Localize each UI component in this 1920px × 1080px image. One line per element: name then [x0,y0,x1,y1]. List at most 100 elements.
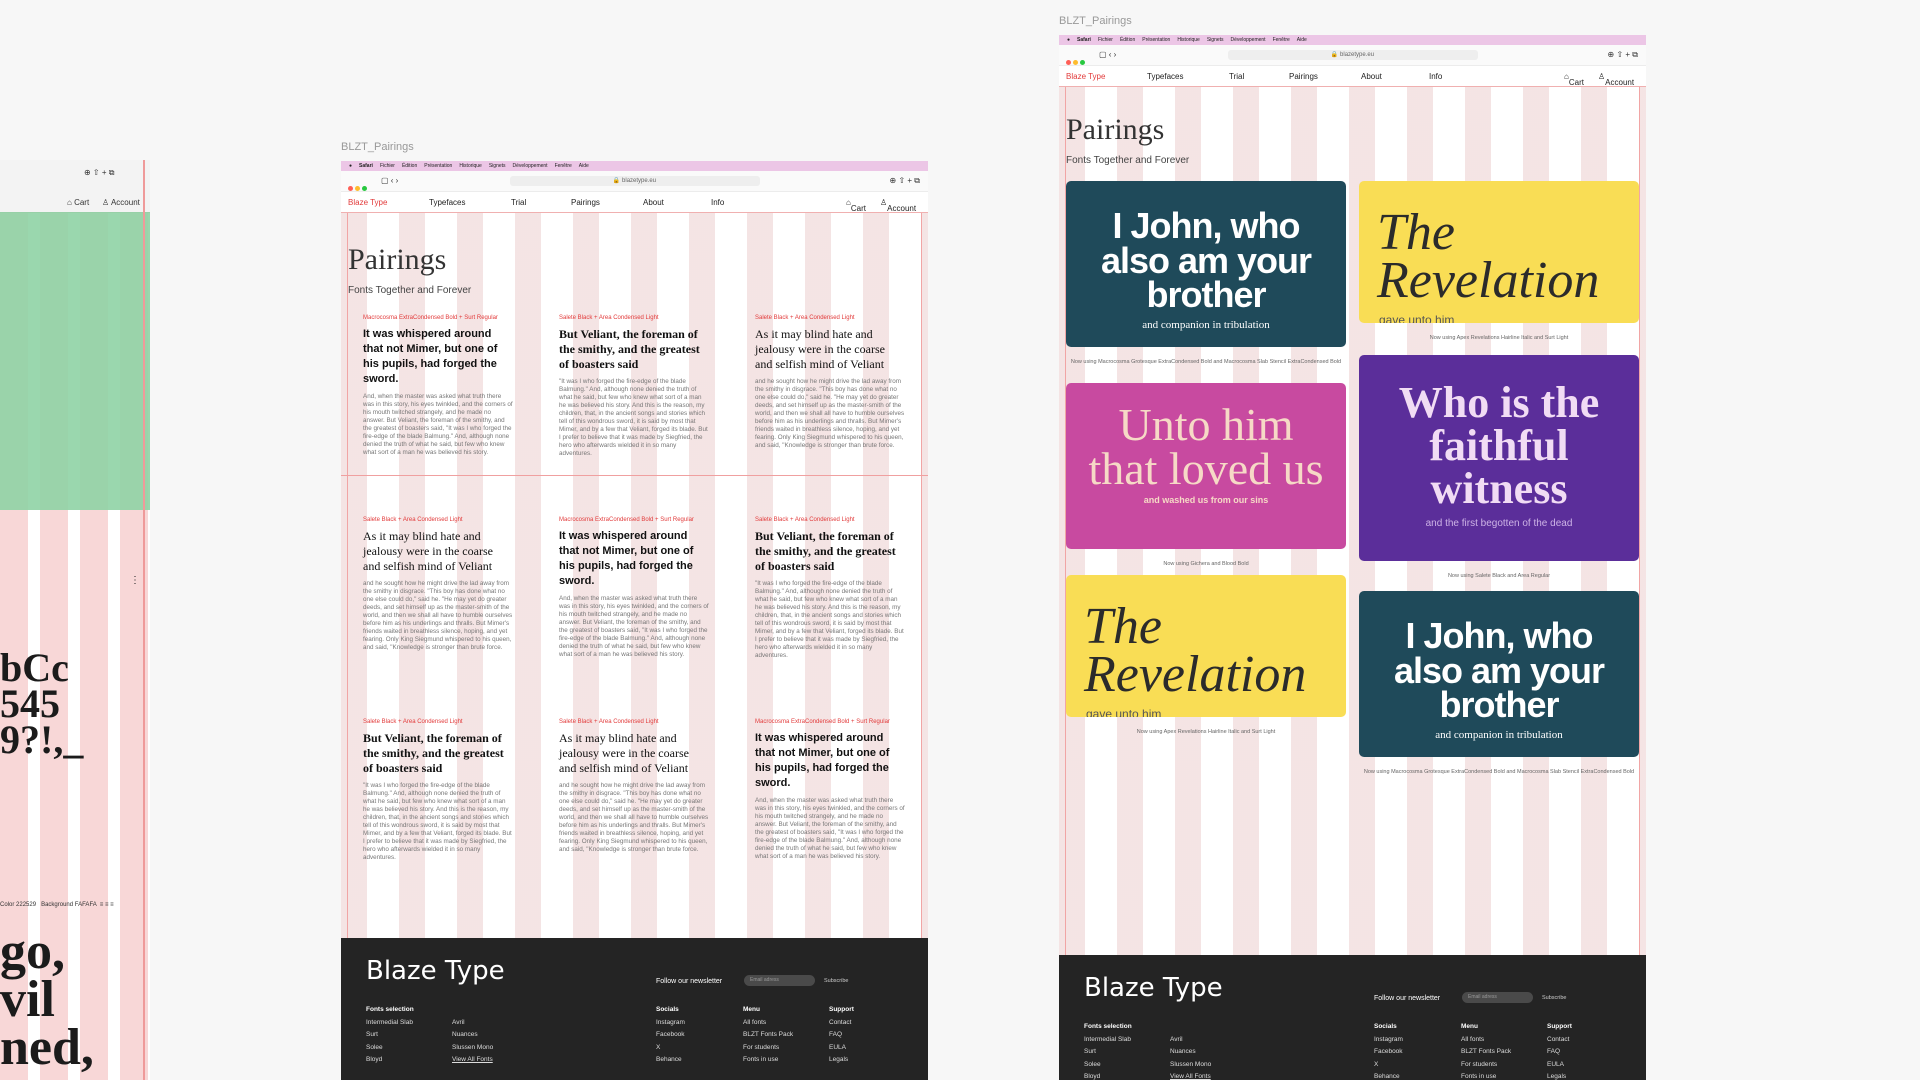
account-link[interactable]: ♙ Account [880,198,916,213]
support-link[interactable]: Legals [829,1056,848,1063]
apple-icon[interactable]: ● [349,163,352,169]
font-link[interactable]: Surt [1084,1048,1096,1055]
pairing-card[interactable]: Salete Black + Area Condensed Light As it… [755,315,905,450]
browser-actions-icon[interactable]: ⊕ ⇧ + ⧉ [1608,50,1638,60]
font-link[interactable]: Slussen Mono [452,1044,493,1051]
browser-actions-icon[interactable]: ⊕ ⇧ + ⧉ [890,176,920,186]
menu-edit[interactable]: Édition [1120,37,1135,43]
nav-trial[interactable]: Trial [511,198,526,207]
cart-link[interactable]: ⌂ Cart [1564,72,1584,87]
font-link[interactable]: Bloyd [1084,1073,1100,1080]
menu-link[interactable]: BLZT Fonts Pack [1461,1048,1511,1055]
support-link[interactable]: Contact [1547,1036,1569,1043]
brand-logo[interactable]: Blaze Type [1066,72,1105,81]
menu-bookmarks[interactable]: Signets [489,163,506,169]
card-font-meta[interactable]: Macrocosma ExtraCondensed Bold + Surt Re… [363,315,513,321]
font-link[interactable]: Slussen Mono [1170,1061,1211,1068]
nav-trial[interactable]: Trial [1229,72,1244,81]
menu-window[interactable]: Fenêtre [555,163,572,169]
tile-font-caption[interactable]: Now using Macrocosma Grotesque ExtraCond… [1066,359,1346,366]
support-link[interactable]: Legals [1547,1073,1566,1080]
social-link[interactable]: X [1374,1061,1378,1068]
nav-typefaces[interactable]: Typefaces [429,198,465,207]
address-bar[interactable]: 🔒 blazetype.eu [509,176,760,186]
tile-font-caption[interactable]: Now using Macrocosma Grotesque ExtraCond… [1359,769,1639,776]
social-link[interactable]: Facebook [1374,1048,1403,1055]
social-link[interactable]: Instagram [1374,1036,1403,1043]
pairing-card[interactable]: Salete Black + Area Condensed Light But V… [755,517,905,660]
nav-info[interactable]: Info [711,198,724,207]
card-font-meta[interactable]: Salete Black + Area Condensed Light [755,315,905,321]
menu-help[interactable]: Aide [579,163,589,169]
tile-font-caption[interactable]: Now using Apex Revelations Hairline Ital… [1359,335,1639,342]
card-font-meta[interactable]: Salete Black + Area Condensed Light [559,315,709,321]
cart-link[interactable]: ⌂ Cart [846,198,866,213]
view-all-fonts-link[interactable]: View All Fonts [452,1056,493,1063]
cart-link[interactable]: ⌂ Cart [67,198,89,207]
card-font-meta[interactable]: Salete Black + Area Condensed Light [755,517,905,523]
menu-view[interactable]: Présentation [424,163,452,169]
font-link[interactable]: Avril [1170,1036,1183,1043]
font-link[interactable]: Bloyd [366,1056,382,1063]
pairing-card[interactable]: Macrocosma ExtraCondensed Bold + Surt Re… [363,315,513,457]
pairing-card[interactable]: Macrocosma ExtraCondensed Bold + Surt Re… [559,517,709,659]
nav-arrows-icon[interactable]: ▢ ‹ › [381,176,398,185]
pairing-tile[interactable]: Unto him that loved us and washed us from… [1066,383,1346,549]
card-font-meta[interactable]: Macrocosma ExtraCondensed Bold + Surt Re… [559,517,709,523]
pairing-card[interactable]: Salete Black + Area Condensed Light As it… [559,719,709,854]
menu-window[interactable]: Fenêtre [1273,37,1290,43]
menu-link[interactable]: Fonts in use [743,1056,778,1063]
font-link[interactable]: Surt [366,1031,378,1038]
nav-about[interactable]: About [1361,72,1382,81]
account-link[interactable]: ♙ Account [102,198,140,207]
menu-link[interactable]: All fonts [743,1019,766,1026]
menu-link[interactable]: Fonts in use [1461,1073,1496,1080]
social-link[interactable]: Instagram [656,1019,685,1026]
view-all-fonts-link[interactable]: View All Fonts [1170,1073,1211,1080]
font-link[interactable]: Solee [366,1044,383,1051]
pairing-card[interactable]: Salete Black + Area Condensed Light But V… [363,719,513,862]
apple-icon[interactable]: ● [1067,37,1070,43]
pairing-tile[interactable]: Who is the faithful witness and the first… [1359,355,1639,561]
menu-file[interactable]: Fichier [380,163,395,169]
support-link[interactable]: EULA [1547,1061,1564,1068]
menu-link[interactable]: All fonts [1461,1036,1484,1043]
nav-pairings[interactable]: Pairings [1289,72,1318,81]
menu-safari[interactable]: Safari [1077,37,1091,43]
support-link[interactable]: FAQ [829,1031,842,1038]
pairing-tile[interactable]: The Revelation gave unto him [1066,575,1346,717]
newsletter-email-input[interactable]: Email adress [1462,992,1533,1003]
pairing-tile[interactable]: The Revelation gave unto him [1359,181,1639,323]
newsletter-email-input[interactable]: Email adress [744,975,815,986]
menu-edit[interactable]: Édition [402,163,417,169]
menu-develop[interactable]: Développement [513,163,548,169]
menu-bookmarks[interactable]: Signets [1207,37,1224,43]
subscribe-button[interactable]: Subscribe [1542,995,1566,1001]
nav-arrows-icon[interactable]: ▢ ‹ › [1099,50,1116,59]
card-font-meta[interactable]: Salete Black + Area Condensed Light [363,517,513,523]
font-link[interactable]: Avril [452,1019,465,1026]
toolbar-icons[interactable]: ⊕ ⇧ + ⧉ [84,168,114,178]
menu-link[interactable]: For students [743,1044,779,1051]
nav-pairings[interactable]: Pairings [571,198,600,207]
nav-about[interactable]: About [643,198,664,207]
menu-help[interactable]: Aide [1297,37,1307,43]
font-link[interactable]: Solee [1084,1061,1101,1068]
menu-safari[interactable]: Safari [359,163,373,169]
subscribe-button[interactable]: Subscribe [824,978,848,984]
social-link[interactable]: Facebook [656,1031,685,1038]
menu-file[interactable]: Fichier [1098,37,1113,43]
font-link[interactable]: Intermedial Slab [1084,1036,1131,1043]
menu-link[interactable]: BLZT Fonts Pack [743,1031,793,1038]
social-link[interactable]: Behance [1374,1073,1400,1080]
font-link[interactable]: Intermedial Slab [366,1019,413,1026]
font-link[interactable]: Nuances [452,1031,478,1038]
pairing-tile[interactable]: I John, who also am your brother and comp… [1359,591,1639,757]
social-link[interactable]: X [656,1044,660,1051]
card-font-meta[interactable]: Salete Black + Area Condensed Light [559,719,709,725]
font-link[interactable]: Nuances [1170,1048,1196,1055]
brand-logo[interactable]: Blaze Type [348,198,387,207]
tile-font-caption[interactable]: Now using Apex Revelations Hairline Ital… [1066,729,1346,736]
tile-font-caption[interactable]: Now using Gichera and Blood Bold [1066,561,1346,568]
support-link[interactable]: FAQ [1547,1048,1560,1055]
